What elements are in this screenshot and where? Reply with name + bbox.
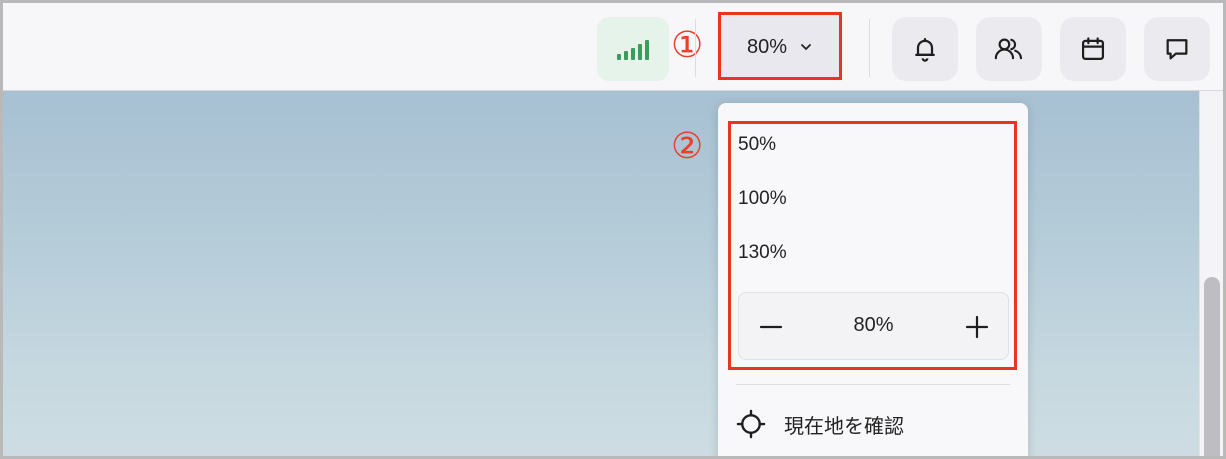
- zoom-option-50[interactable]: 50%: [738, 134, 776, 156]
- calendar-button[interactable]: [1060, 17, 1126, 81]
- users-icon: [994, 38, 1023, 60]
- chat-icon: [1166, 39, 1188, 60]
- toolbar-divider: [695, 19, 696, 77]
- plus-icon: [965, 315, 989, 339]
- signal-button[interactable]: [597, 17, 669, 81]
- zoom-option-130[interactable]: 130%: [738, 242, 787, 264]
- locate-me-item[interactable]: 現在地を確認: [736, 409, 904, 439]
- calendar-icon: [1081, 37, 1105, 61]
- top-toolbar: ① 80%: [3, 3, 1223, 91]
- toolbar-divider: [869, 19, 870, 77]
- bell-icon: [915, 37, 935, 62]
- scrollbar[interactable]: [1199, 91, 1223, 456]
- zoom-stepper: 80%: [738, 292, 1009, 360]
- zoom-increase-button[interactable]: [957, 307, 997, 347]
- zoom-option-100[interactable]: 100%: [738, 188, 787, 210]
- crosshair-icon: [736, 409, 766, 439]
- signal-icon: [617, 38, 649, 60]
- scrollbar-thumb[interactable]: [1204, 277, 1220, 456]
- menu-divider: [736, 384, 1010, 385]
- map-background[interactable]: [3, 91, 1223, 456]
- annotation-marker-2: ②: [671, 126, 704, 167]
- chat-button[interactable]: [1144, 17, 1210, 81]
- zoom-dropdown-menu: 50% 100% 130% 80% 現在地を確認: [718, 103, 1028, 456]
- zoom-dropdown-button[interactable]: 80%: [721, 15, 839, 79]
- annotation-marker-1: ①: [671, 25, 704, 66]
- locate-me-label: 現在地を確認: [784, 415, 904, 438]
- members-button[interactable]: [976, 17, 1042, 81]
- chevron-down-icon: [801, 44, 811, 50]
- zoom-dropdown-label: 80%: [746, 35, 788, 58]
- app-window: ① 80% 50% 100% 130% 80% 現在地を確認 ②: [0, 0, 1226, 459]
- notifications-button[interactable]: [892, 17, 958, 81]
